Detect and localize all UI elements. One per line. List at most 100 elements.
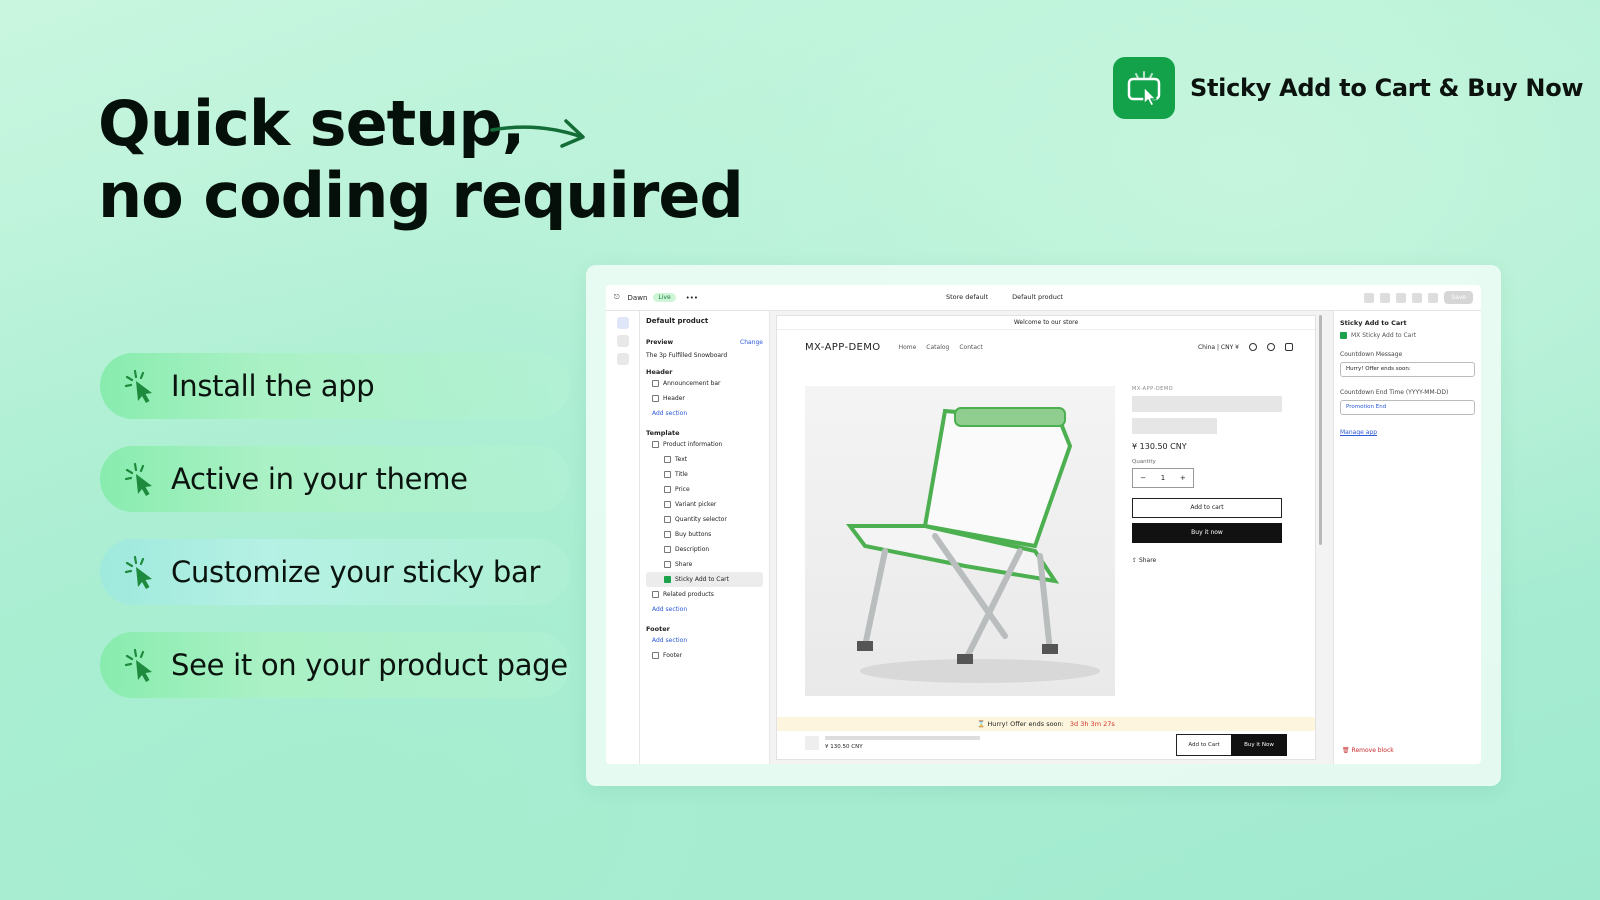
preview-label: Preview [646, 339, 674, 346]
block-item[interactable]: Text [646, 452, 763, 467]
add-section-button[interactable]: Add section [646, 633, 763, 648]
countdown-timer: 3d 3h 3m 27s [1069, 720, 1115, 728]
template-group: Template [646, 429, 680, 437]
sections-icon[interactable] [616, 317, 629, 329]
remove-block-button[interactable]: 🗑 Remove block [1342, 747, 1394, 754]
sidebar-item[interactable]: Header [646, 391, 763, 406]
theme-name: Dawn [627, 293, 648, 302]
cursor-click-icon [124, 648, 152, 682]
cursor-click-icon [124, 369, 152, 403]
currency-select[interactable]: China | CNY ¥ [1198, 344, 1239, 351]
cursor-click-icon [1113, 57, 1175, 119]
headline: Quick setup, no coding required [98, 87, 744, 232]
block-item-sticky-add-to-cart[interactable]: Sticky Add to Cart [646, 572, 763, 587]
sections-sidebar: Default product Preview Change The 3p Fu… [640, 311, 770, 764]
sidebar-item[interactable]: Product information [646, 437, 763, 452]
gear-icon[interactable] [616, 335, 629, 347]
desktop-view-icon[interactable] [1396, 292, 1407, 303]
product-image[interactable] [805, 386, 1115, 696]
step-activate: Active in your theme [100, 446, 570, 512]
block-item[interactable]: Share [646, 557, 763, 572]
block-item[interactable]: Quantity selector [646, 512, 763, 527]
countdown-banner: ⌛ Hurry! Offer ends soon: 3d 3h 3m 27s [777, 717, 1315, 731]
chair-illustration [846, 407, 1100, 683]
countdown-end-label: Countdown End Time (YYYY-MM-DD) [1340, 389, 1449, 396]
mobile-view-icon[interactable] [1412, 292, 1423, 303]
trash-icon: 🗑 [1342, 747, 1350, 754]
nav-link-home[interactable]: Home [899, 344, 917, 351]
headline-line-1: Quick setup, [98, 87, 525, 160]
cart-icon[interactable] [1285, 343, 1293, 351]
sidebar-title: Default product [646, 317, 709, 325]
save-button[interactable]: Save [1444, 291, 1473, 304]
arrow-right-icon [490, 119, 585, 148]
store-preview: Welcome to our store MX-APP-DEMO Home Ca… [776, 315, 1316, 760]
quantity-stepper[interactable]: − 1 + [1132, 468, 1194, 488]
brand: Sticky Add to Cart & Buy Now [1113, 57, 1584, 119]
title-placeholder [1132, 396, 1282, 412]
announcement-bar: Welcome to our store [777, 316, 1315, 330]
more-icon[interactable]: ••• [686, 294, 698, 302]
store-logo[interactable]: MX-APP-DEMO [805, 342, 881, 353]
steps-list: Install the app Active in your theme Cus… [100, 353, 570, 725]
product-vendor: MX-APP-DEMO [1132, 386, 1174, 392]
product-info: MX-APP-DEMO ¥ 130.50 CNY Quantity − 1 + … [1132, 386, 1282, 564]
theme-editor: ⎋ Dawn Live ••• Store default Default pr… [606, 285, 1481, 764]
apps-icon[interactable] [616, 353, 629, 365]
nav-link-catalog[interactable]: Catalog [926, 344, 949, 351]
sidebar-item[interactable]: Footer [646, 648, 763, 663]
change-preview-link[interactable]: Change [740, 339, 763, 346]
select-tool-icon[interactable] [1380, 292, 1391, 303]
preview-scrollbar[interactable] [1319, 315, 1322, 545]
footer-group: Footer [646, 625, 670, 633]
minus-icon[interactable]: − [1140, 474, 1146, 482]
sticky-price: ¥ 130.50 CNY [825, 744, 863, 750]
countdown-message-input[interactable]: Hurry! Offer ends soon: [1340, 362, 1475, 377]
editor-screenshot-frame: ⎋ Dawn Live ••• Store default Default pr… [586, 265, 1501, 786]
headline-line-2: no coding required [98, 159, 744, 232]
sticky-buy-now-button[interactable]: Buy it Now [1231, 734, 1287, 756]
status-badge: Live [653, 293, 676, 302]
block-item[interactable]: Buy buttons [646, 527, 763, 542]
sidebar-item[interactable]: Related products [646, 587, 763, 602]
brand-name: Sticky Add to Cart & Buy Now [1190, 74, 1584, 102]
block-item[interactable]: Description [646, 542, 763, 557]
step-label: Install the app [171, 369, 375, 403]
add-to-cart-button[interactable]: Add to cart [1132, 498, 1282, 518]
sticky-title-placeholder [825, 736, 980, 740]
fullscreen-icon[interactable] [1428, 292, 1439, 303]
search-icon[interactable] [1249, 343, 1257, 351]
step-install: Install the app [100, 353, 570, 419]
nav-link-contact[interactable]: Contact [959, 344, 982, 351]
sticky-add-to-cart-bar: ⌛ Hurry! Offer ends soon: 3d 3h 3m 27s ¥… [777, 717, 1315, 759]
sticky-product-thumb [805, 736, 819, 750]
sticky-add-to-cart-button[interactable]: Add to Cart [1176, 734, 1232, 756]
buy-now-button[interactable]: Buy it now [1132, 523, 1282, 543]
plus-icon[interactable]: + [1180, 474, 1186, 482]
product-price: ¥ 130.50 CNY [1132, 442, 1187, 451]
account-icon[interactable] [1267, 343, 1275, 351]
hourglass-icon: ⌛ [977, 720, 986, 728]
countdown-message-label: Countdown Message [1340, 351, 1403, 358]
quantity-value: 1 [1160, 474, 1166, 482]
block-item[interactable]: Price [646, 482, 763, 497]
step-label: Customize your sticky bar [171, 555, 541, 589]
inspector-icon[interactable] [1364, 292, 1375, 303]
sidebar-item[interactable]: Announcement bar [646, 376, 763, 391]
add-section-button[interactable]: Add section [646, 602, 763, 617]
cursor-click-icon [124, 462, 152, 496]
add-section-button[interactable]: Add section [646, 406, 763, 421]
store-select[interactable]: Store default [946, 293, 988, 301]
step-label: See it on your product page [171, 648, 568, 682]
store-header: MX-APP-DEMO Home Catalog Contact China |… [777, 330, 1315, 364]
template-select[interactable]: Default product [1012, 293, 1063, 301]
step-customize: Customize your sticky bar [100, 539, 570, 605]
block-item[interactable]: Title [646, 467, 763, 482]
countdown-end-input[interactable]: Promotion End [1340, 400, 1475, 415]
header-group: Header [646, 368, 673, 376]
block-item[interactable]: Variant picker [646, 497, 763, 512]
text-placeholder [1132, 418, 1217, 434]
exit-icon[interactable]: ⎋ [614, 293, 620, 302]
share-button[interactable]: ⇪ Share [1132, 557, 1282, 564]
manage-app-link[interactable]: Manage app [1340, 429, 1475, 436]
